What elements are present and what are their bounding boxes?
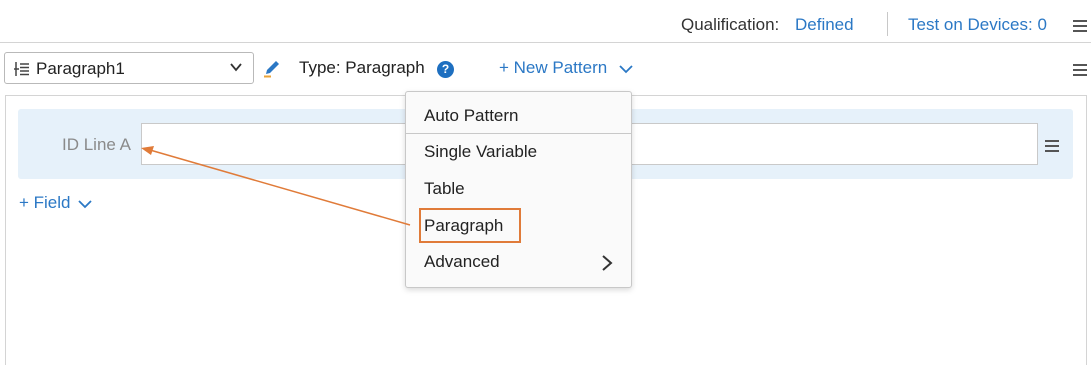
toolbar-menu-icon[interactable] [1073,64,1087,76]
new-pattern-menu: Auto Pattern Single Variable Table Parag… [405,91,632,288]
qualification-value-link[interactable]: Defined [795,15,854,35]
menu-item-auto-pattern[interactable]: Auto Pattern [424,106,519,126]
pattern-select[interactable]: Paragraph1 [4,52,254,84]
pattern-type-label: Type: Paragraph [299,58,425,77]
field-label: ID Line A [62,135,131,154]
pencil-icon[interactable] [262,58,282,78]
chevron-right-icon [602,255,613,271]
header-divider-line [0,42,1091,43]
pattern-select-value: Paragraph1 [36,59,125,78]
menu-item-single-variable[interactable]: Single Variable [424,142,537,162]
header-divider [887,12,888,36]
chevron-down-icon [230,63,242,72]
new-pattern-button[interactable]: + New Pattern [499,58,607,78]
menu-item-table[interactable]: Table [424,179,465,199]
chevron-down-icon[interactable] [77,198,93,210]
menu-item-paragraph[interactable]: Paragraph [424,216,503,236]
menu-item-advanced[interactable]: Advanced [424,252,500,272]
qualification-label: Qualification: [681,15,780,34]
test-on-devices-link[interactable]: Test on Devices: 0 [908,15,1047,35]
question-icon[interactable]: ? [437,61,454,78]
add-field-button[interactable]: + Field [19,193,71,213]
field-menu-icon[interactable] [1045,140,1059,152]
chevron-down-icon[interactable] [618,63,634,75]
paragraph-tree-icon [14,62,29,76]
menu-divider [406,133,631,134]
header-menu-icon[interactable] [1073,20,1087,32]
